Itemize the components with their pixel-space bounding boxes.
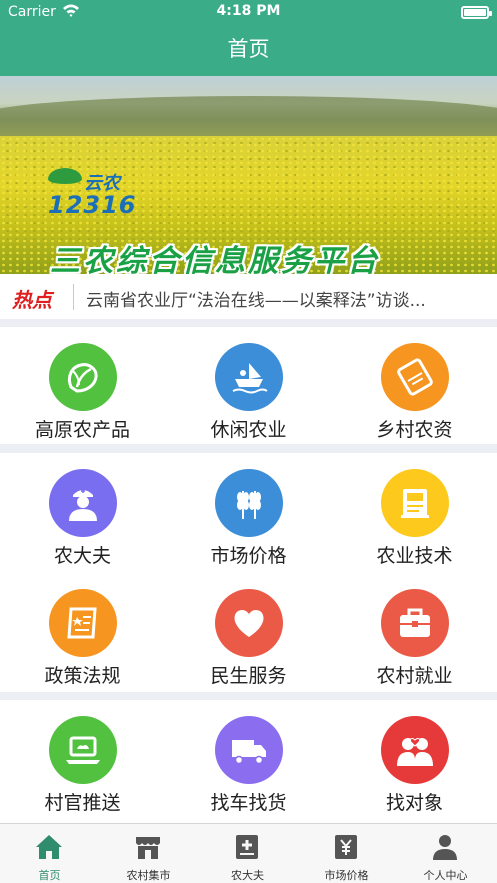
ticker-divider [73,284,74,310]
boat-icon [214,343,283,411]
tab-personal-center[interactable]: 个人中心 [396,824,495,883]
tab-label: 农村集市 [126,869,171,882]
grid-item-label: 高原农产品 [34,419,130,441]
grid-item-plateau-products[interactable]: 高原农产品 [0,327,165,442]
battery-icon [461,6,492,19]
clock: 4:18 PM [216,3,281,19]
grid-item-agri-tech[interactable]: 农业技术 [332,453,497,568]
grid-item-rural-employment[interactable]: 农村就业 [332,573,497,688]
vegetable-icon [48,343,117,411]
truck-icon [214,716,283,784]
document-icon [48,589,117,657]
grid-item-label: 农业技术 [376,545,453,567]
banner-logo-number: 12316 [48,191,137,219]
tab-label: 市场价格 [324,869,369,882]
grid-item-label: 村官推送 [44,792,121,814]
person-icon [433,835,457,860]
doctor-plus-icon [236,835,258,859]
grid-item-farm-doctor[interactable]: 农大夫 [0,453,165,568]
grid-item-village-official-push[interactable]: 村官推送 [0,700,165,815]
wheat-icon [214,469,283,537]
yen-tag-icon [335,835,357,859]
tab-home[interactable]: 首页 [0,824,99,883]
tab-label: 农大夫 [231,869,264,882]
banner-image[interactable]: 云农 12316 三农综合信息服务平台 [0,76,497,274]
grid-item-leisure-agriculture[interactable]: 休闲农业 [166,327,331,442]
grid-item-label: 找对象 [385,792,443,814]
grid-item-market-prices[interactable]: 市场价格 [166,453,331,568]
hot-news-ticker[interactable]: 热点 云南省农业厅“法治在线——以案释法”访谈... [0,274,497,319]
leaf-logo-icon [48,168,82,184]
banner-hills [0,96,497,136]
book-icon [380,469,449,537]
grid-item-rural-supplies[interactable]: 乡村农资 [332,327,497,442]
grid-item-label: 政策法规 [44,665,121,687]
grid-item-find-truck-cargo[interactable]: 找车找货 [166,700,331,815]
bottom-tab-bar: 首页 农村集市 农大夫 市场价格 个人中心 [0,823,497,883]
tab-rural-market[interactable]: 农村集市 [99,824,198,883]
grid-section-3: 村官推送 找车找货 找对象 [0,700,497,823]
grid-item-label: 乡村农资 [376,419,453,441]
grid-item-livelihood-services[interactable]: 民生服务 [166,573,331,688]
hot-badge: 热点 [12,288,52,312]
couple-icon [380,716,449,784]
heart-icon [214,589,283,657]
laptop-icon [48,716,117,784]
tab-farm-doctor[interactable]: 农大夫 [198,824,297,883]
tab-label: 个人中心 [423,869,468,882]
page-title: 首页 [0,26,497,76]
status-bar: Carrier 4:18 PM [0,0,497,26]
grid-item-label: 民生服务 [210,665,287,687]
grid-item-label: 市场价格 [210,545,287,567]
market-icon [136,837,160,859]
grid-item-label: 农大夫 [53,545,111,567]
grid-item-label: 休闲农业 [210,419,287,441]
grid-item-policies[interactable]: 政策法规 [0,573,165,688]
grid-item-label: 农村就业 [376,665,453,687]
grid-section-2: 农大夫 市场价格 农业技术 政策法规 民生服务 农村就业 [0,453,497,692]
briefcase-icon [380,589,449,657]
doctor-icon [48,469,117,537]
grid-item-find-partner[interactable]: 找对象 [332,700,497,815]
fertilizer-bag-icon [380,343,449,411]
home-icon [36,835,62,859]
tab-market-prices[interactable]: 市场价格 [297,824,396,883]
tab-label: 首页 [38,869,61,882]
hot-headline[interactable]: 云南省农业厅“法治在线——以案释法”访谈... [86,286,486,311]
grid-section-1: 高原农产品 休闲农业 乡村农资 [0,327,497,444]
banner-slogan: 三农综合信息服务平台 [50,244,380,274]
grid-item-label: 找车找货 [210,792,287,814]
